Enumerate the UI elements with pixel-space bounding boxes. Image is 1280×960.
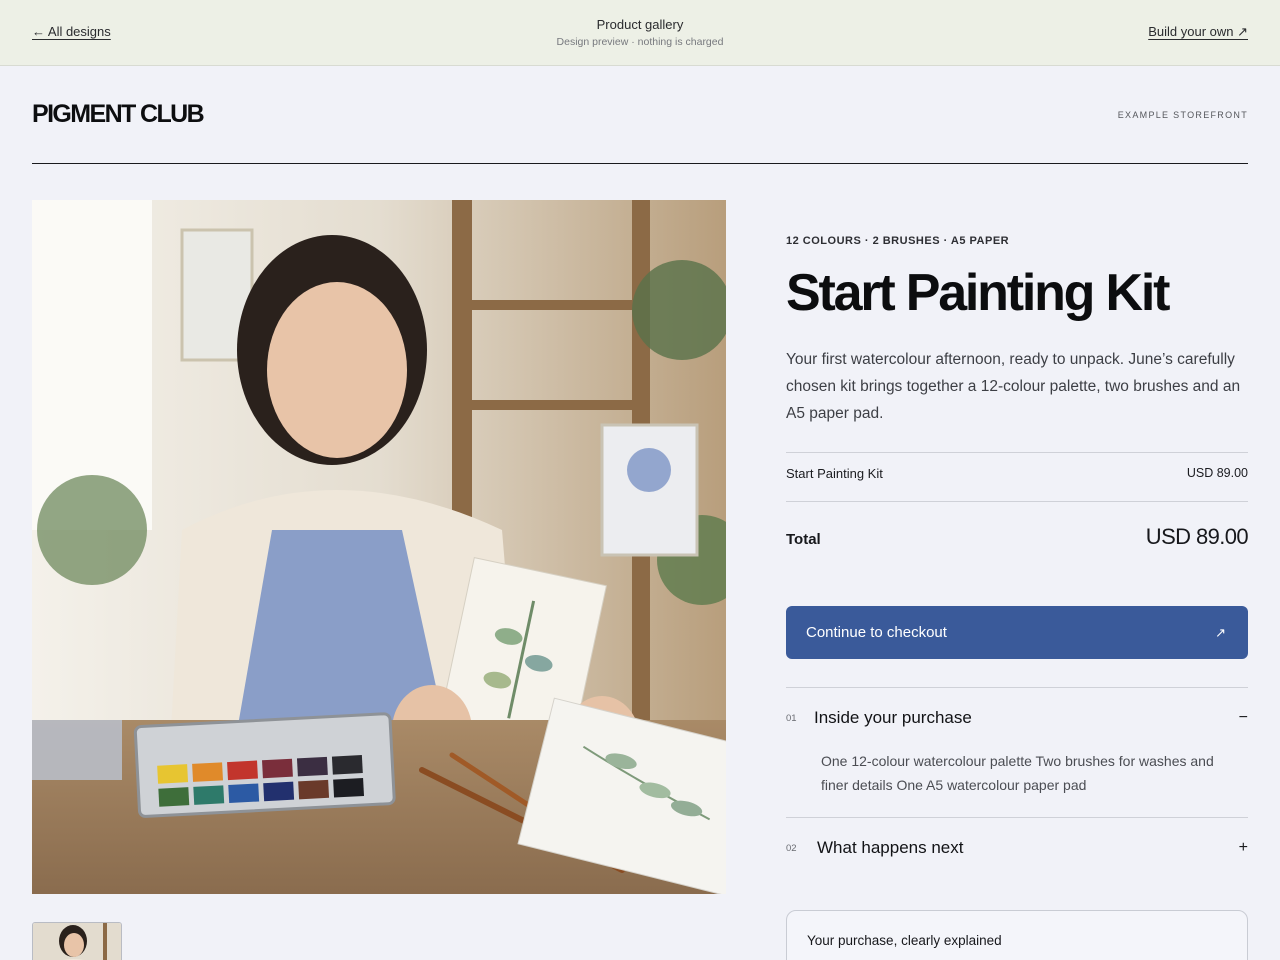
summary-divider-top [786,452,1248,453]
accordion-number: 02 [786,842,797,854]
line-item-price: USD 89.00 [1186,466,1248,480]
collapse-icon[interactable]: − [1236,709,1248,727]
accordion-item-what-happens-next[interactable]: 02 What happens next + [786,838,1248,858]
thumbnail-illustration [33,923,121,960]
preview-bar-subtitle: Design preview · nothing is charged [556,36,724,48]
arrow-up-right-icon: ↗ [1215,624,1226,640]
storefront-label: EXAMPLE STOREFRONT [1117,110,1248,120]
line-item-name: Start Painting Kit [786,466,883,481]
hero-illustration [32,200,726,894]
accordion-body-inside-your-purchase: One 12-colour watercolour palette Two br… [821,753,1214,793]
preview-bar-title: Product gallery [596,17,684,32]
build-your-own-link[interactable]: Build your own ↗ [1148,24,1248,40]
accordion-title: What happens next [817,838,964,857]
expand-icon[interactable]: + [1236,839,1248,857]
accordion-divider-middle [786,817,1248,818]
product-thumbnail[interactable] [32,922,122,960]
preview-bar: ← All designs Product gallery Design pre… [0,0,1280,66]
summary-divider-middle [786,501,1248,502]
order-line-item: Start Painting Kit USD 89.00 [786,466,1248,481]
total-amount: USD 89.00 [1145,524,1249,549]
purchase-explained-card: Your purchase, clearly explained [786,910,1248,960]
accordion-number: 01 [786,712,797,724]
checkout-label: Continue to checkout [806,624,947,641]
accordion-divider-top [786,687,1248,688]
brand-logo[interactable]: PIGMENT CLUB [32,100,205,129]
total-label: Total [786,531,821,548]
accordion-title: Inside your purchase [814,708,972,727]
accordion-item-inside-your-purchase[interactable]: 01 Inside your purchase − [786,708,1248,728]
product-specs: 12 COLOURS · 2 BRUSHES · A5 PAPER [786,235,1010,247]
continue-to-checkout-button[interactable]: Continue to checkout ↗ [786,606,1248,659]
preview-bar-heading: Product gallery Design preview · nothing… [0,17,1280,48]
product-title: Start Painting Kit [786,264,1170,322]
header-divider [32,163,1248,164]
product-hero-image[interactable] [32,200,726,894]
product-description: Your first watercolour afternoon, ready … [786,351,1241,422]
purchase-explained-title: Your purchase, clearly explained [807,933,1002,948]
order-total: Total USD 89.00 [786,524,1249,550]
